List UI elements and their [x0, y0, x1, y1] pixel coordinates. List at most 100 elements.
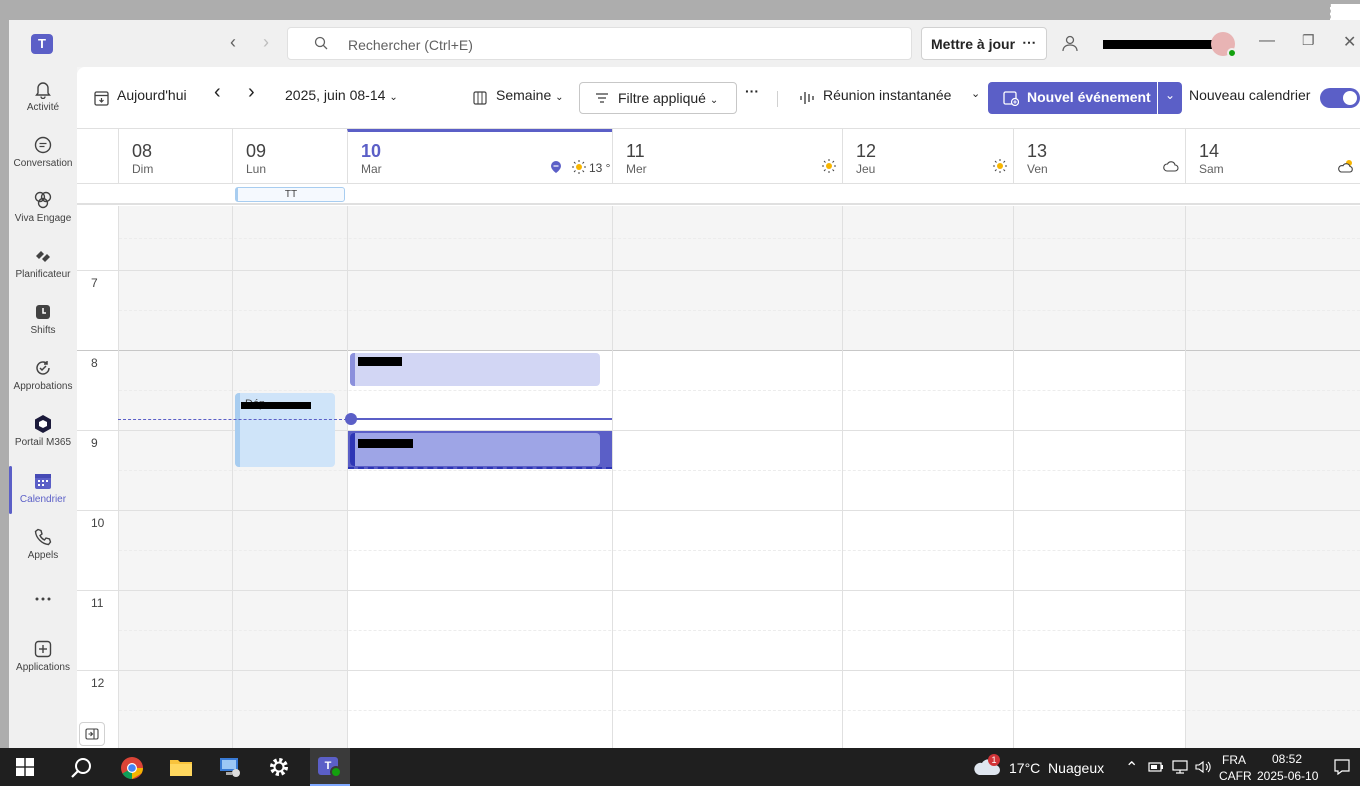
hour-line [77, 350, 1360, 351]
clock-date[interactable]: 2025-06-10 [1257, 769, 1318, 783]
rail-item-appels[interactable]: Appels [9, 527, 77, 583]
calendar-event-selected[interactable] [350, 433, 600, 466]
calendar-event[interactable]: Dép [235, 393, 335, 467]
viva-engage-icon [34, 191, 52, 209]
account-settings-icon[interactable] [1061, 34, 1079, 52]
calendar-toolbar: Aujourd'hui ‹ › 2025, juin 08-14 ⌄ Semai… [77, 67, 1360, 129]
all-day-event[interactable]: TT [235, 187, 345, 202]
chrome-icon[interactable] [120, 756, 144, 780]
windows-taskbar: T 1 17°C Nuageux ⌃ FRA CAFR 08:52 2025-0… [0, 748, 1360, 786]
day-header[interactable]: 09 Lun [232, 129, 347, 183]
day-header[interactable]: 08 Dim [118, 129, 232, 183]
minimize-icon[interactable]: — [1259, 32, 1275, 50]
forward-arrow-icon[interactable]: › [256, 32, 276, 53]
rail-item-applications[interactable]: Applications [9, 639, 77, 695]
more-options-button[interactable]: ··· [745, 83, 759, 99]
windows-start-icon[interactable] [16, 758, 34, 776]
hour-label: 11 [91, 596, 104, 610]
day-header[interactable]: 14 Sam [1185, 129, 1360, 183]
day-header[interactable]: 13 Ven [1013, 129, 1185, 183]
chevron-up-icon[interactable]: ⌃ [1125, 758, 1138, 778]
new-event-button[interactable]: Nouvel événement [988, 82, 1157, 114]
app-rail: Activité Conversation Viva Engage Planif… [9, 67, 77, 748]
week-grid: 08 Dim 09 Lun 10 Mar 13 ° 11 Mer 12 Jeu … [77, 129, 1360, 748]
hour-line [77, 510, 1360, 511]
close-icon[interactable]: ✕ [1343, 32, 1356, 52]
calendar-event[interactable]: MDRI [350, 353, 600, 386]
half-hour-line [119, 390, 1360, 391]
temperature: 13 ° [589, 161, 611, 175]
rail-item-planificateur[interactable]: Planificateur [9, 246, 77, 302]
weather-text[interactable]: 17°C Nuageux [1009, 760, 1104, 776]
back-arrow-icon[interactable]: ‹ [223, 32, 243, 53]
file-explorer-icon[interactable] [169, 757, 193, 777]
sun-icon [822, 159, 836, 173]
volume-icon[interactable] [1195, 760, 1211, 774]
today-button[interactable]: Aujourd'hui [117, 87, 187, 103]
restore-icon[interactable]: ❐ [1302, 32, 1315, 49]
hour-label: 12 [91, 676, 105, 690]
day-header[interactable]: 12 Jeu [842, 129, 1013, 183]
day-column-line [842, 206, 843, 748]
rail-item-shifts[interactable]: Shifts [9, 302, 77, 358]
teams-taskbar-button[interactable]: T [310, 748, 350, 786]
rail-item-approbations[interactable]: Approbations [9, 358, 77, 414]
rail-item-conversation[interactable]: Conversation [9, 135, 77, 191]
presence-status-icon [1227, 48, 1237, 58]
network-icon[interactable] [1172, 760, 1188, 774]
battery-icon[interactable] [1148, 761, 1164, 773]
filter-dropdown[interactable]: Filtre appliqué ⌄ [579, 82, 737, 114]
redacted-event-title [358, 357, 402, 366]
rail-label: Calendrier [19, 494, 67, 505]
keyboard-layout[interactable]: CAFR [1219, 769, 1252, 783]
current-time-line [347, 418, 612, 420]
search-input[interactable]: Rechercher (Ctrl+E) [287, 27, 912, 60]
week-view-icon [473, 91, 487, 105]
chat-icon [34, 136, 52, 154]
input-language[interactable]: FRA [1222, 753, 1246, 767]
rail-item-calendrier[interactable]: Calendrier [9, 471, 77, 527]
clock-time[interactable]: 08:52 [1272, 752, 1302, 766]
search-icon[interactable] [71, 757, 93, 779]
day-number: 11 [626, 141, 645, 161]
view-dropdown[interactable]: Semaine ⌄ [496, 87, 564, 103]
half-hour-line [119, 710, 1360, 711]
redacted-event-title [241, 402, 311, 409]
prev-week-icon[interactable]: ‹ [214, 81, 221, 104]
rail-item-portail-m365[interactable]: Portail M365 [9, 414, 77, 470]
day-weekday: Mer [626, 162, 647, 176]
half-hour-line [119, 238, 1360, 239]
settings-gear-icon[interactable] [268, 756, 290, 778]
next-week-icon[interactable]: › [248, 81, 255, 104]
meet-now-button[interactable]: Réunion instantanée [823, 87, 951, 103]
new-event-dropdown-icon[interactable]: ⌄ [1158, 82, 1182, 114]
update-button[interactable]: Mettre à jour ⋯ [921, 27, 1047, 60]
collapse-pane-button[interactable] [79, 722, 105, 746]
search-icon [314, 36, 328, 50]
rail-item-activite[interactable]: Activité [9, 79, 77, 135]
day-header-today[interactable]: 10 Mar 13 ° [347, 129, 612, 183]
day-weekday: Dim [132, 162, 154, 176]
remote-desktop-icon[interactable] [218, 755, 242, 779]
day-header[interactable]: 11 Mer [612, 129, 842, 183]
rail-label: Viva Engage [14, 213, 72, 224]
new-event-label: Nouvel événement [1027, 89, 1151, 105]
rail-item-viva-engage[interactable]: Viva Engage [9, 190, 77, 246]
rail-label: Applications [16, 662, 70, 673]
meet-now-chevron-icon[interactable]: ⌄ [971, 87, 980, 100]
new-calendar-toggle[interactable] [1320, 88, 1360, 108]
rail-label: Portail M365 [14, 437, 72, 448]
date-range-picker[interactable]: 2025, juin 08-14 ⌄ [285, 87, 398, 103]
cloud-icon [1163, 161, 1179, 172]
weather-badge: 1 [988, 754, 1000, 766]
notification-center-icon[interactable] [1334, 759, 1350, 775]
all-day-event-title: TT [284, 189, 298, 200]
day-column-line [232, 206, 233, 748]
phone-icon [34, 528, 52, 546]
new-calendar-label: Nouveau calendrier [1189, 87, 1311, 103]
approvals-icon [36, 361, 50, 375]
more-options-icon[interactable]: ⋯ [1022, 34, 1036, 51]
rail-item-more[interactable] [9, 589, 77, 645]
avatar[interactable] [1211, 32, 1237, 58]
hour-label: 7 [91, 276, 98, 290]
